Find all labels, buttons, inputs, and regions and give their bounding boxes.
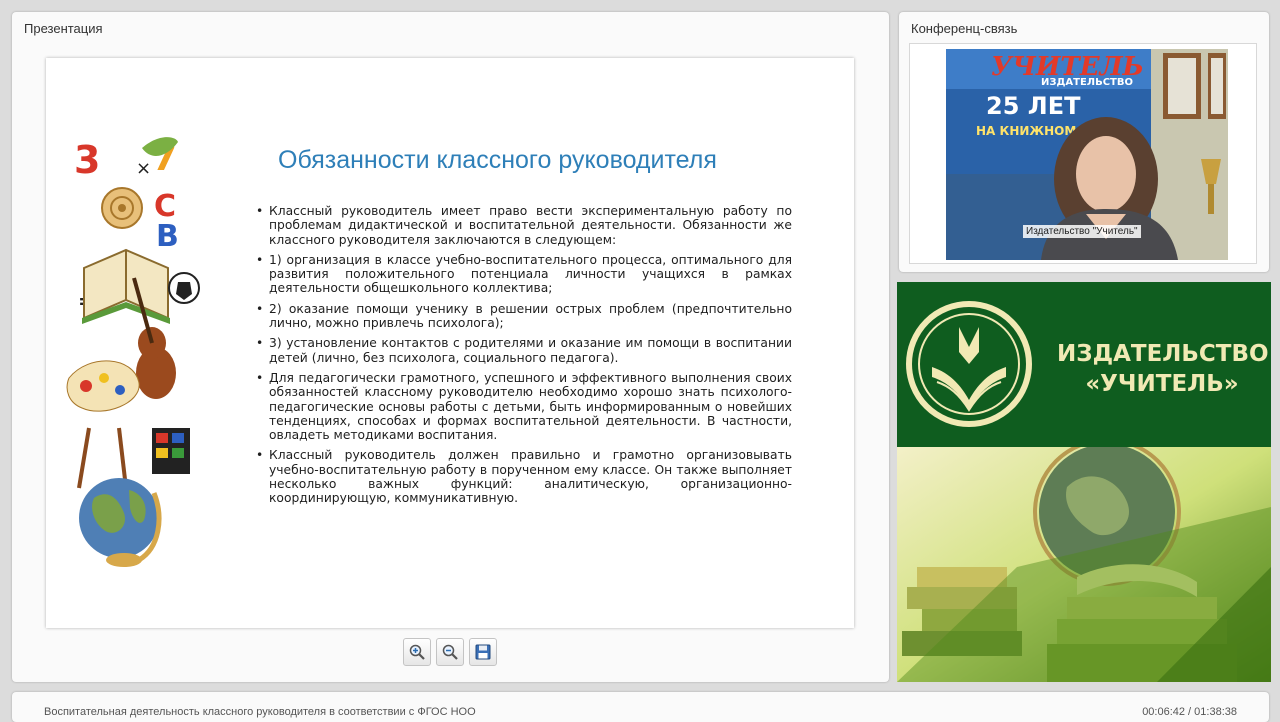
books-globe-image [897,438,1271,682]
slide-bullet: Классный руководитель должен правильно и… [256,448,792,505]
slide-title: Обязанности классного руководителя [278,146,717,174]
conference-panel-title: Конференц-связь [911,21,1018,36]
slide-bullet: Классный руководитель имеет право вести … [256,204,792,247]
conference-panel: Конференц-связь УЧИТЕЛЬ ИЗДАТЕЛЬСТВО 25 … [899,12,1269,272]
slide-bullet-list: Классный руководитель имеет право вести … [256,204,792,512]
brand-header: ИЗДАТЕЛЬСТВО «УЧИТЕЛЬ» [897,282,1271,447]
zoom-in-icon [409,644,425,660]
svg-text:НА КНИЖНОМ: НА КНИЖНОМ [976,124,1076,138]
publisher-logo-icon [906,301,1032,427]
slide-bullet: 1) организация в классе учебно-воспитате… [256,253,792,296]
footer-bar: Воспитательная деятельность классного ру… [12,692,1269,722]
books-globe-artwork [897,438,1271,682]
publisher-banner: ИЗДАТЕЛЬСТВО «УЧИТЕЛЬ» [897,282,1271,682]
zoom-out-button[interactable] [436,638,464,666]
svg-text:25 ЛЕТ: 25 ЛЕТ [986,92,1081,120]
school-collage-illustration: 3 7 C B × = [66,137,200,567]
presentation-panel: Презентация 3 7 C B × = [12,12,889,682]
save-button[interactable] [469,638,497,666]
zoom-out-icon [442,644,458,660]
slide-bullet: 3) установление контактов с родителями и… [256,336,792,365]
svg-text:B: B [156,219,179,254]
svg-text:×: × [136,158,151,179]
webcam-video[interactable]: УЧИТЕЛЬ ИЗДАТЕЛЬСТВО 25 ЛЕТ НА КНИЖНОМ Р… [946,49,1228,260]
slide-bullet: 2) оказание помощи ученику в решении ост… [256,302,792,331]
playback-time: 00:06:42 / 01:38:38 [1142,706,1237,718]
zoom-in-button[interactable] [403,638,431,666]
svg-text:ИЗДАТЕЛЬСТВО: ИЗДАТЕЛЬСТВО [1041,77,1133,88]
svg-text:3: 3 [74,138,100,182]
slide-bullet: Для педагогически грамотного, успешного … [256,371,792,442]
publisher-name: ИЗДАТЕЛЬСТВО «УЧИТЕЛЬ» [1057,341,1269,397]
presentation-panel-title: Презентация [24,21,103,36]
slide: 3 7 C B × = [46,58,854,628]
save-icon [475,644,491,660]
webinar-title: Воспитательная деятельность классного ру… [44,706,476,718]
video-caption: Издательство "Учитель" [1023,225,1141,238]
video-frame: УЧИТЕЛЬ ИЗДАТЕЛЬСТВО 25 ЛЕТ НА КНИЖНОМ Р… [909,43,1257,264]
